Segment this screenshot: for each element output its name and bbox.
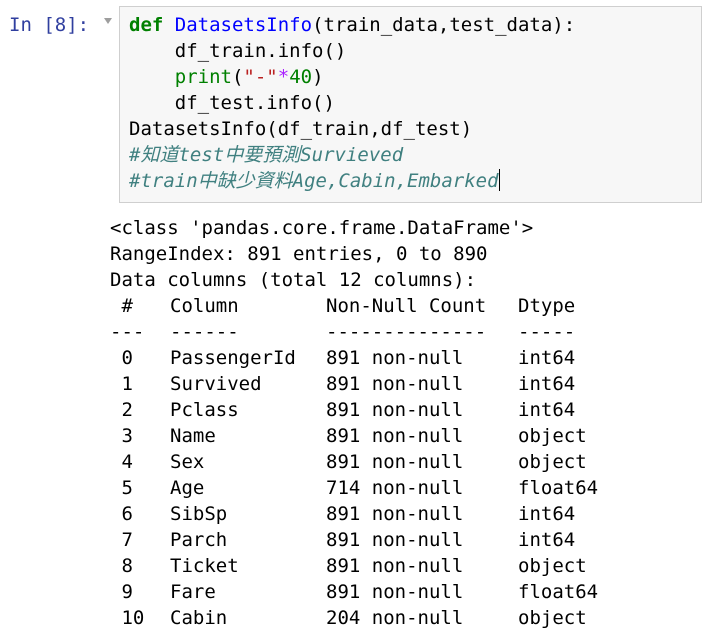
- code-text: df_test.info(): [174, 92, 335, 114]
- row-non-null-count: 204 non-null: [326, 607, 464, 629]
- code-line-6: #知道test中要預測Survieved: [129, 142, 575, 168]
- table-row: 1 Survived 891 non-null int64: [110, 371, 598, 397]
- separator-count: --------------: [326, 321, 487, 343]
- code-text: df_train.info(): [174, 40, 347, 62]
- row-column-name: PassengerId: [170, 347, 296, 369]
- row-dtype: int64: [518, 373, 576, 395]
- row-column-name: Pclass: [170, 399, 239, 421]
- row-column-name: Age: [170, 477, 205, 499]
- table-row: 2 Pclass 891 non-null int64: [110, 397, 598, 423]
- row-dtype: object: [518, 555, 587, 577]
- row-dtype: int64: [518, 347, 576, 369]
- row-non-null-count: 891 non-null: [326, 581, 464, 603]
- row-index: 2: [110, 399, 133, 421]
- string-literal: "-": [243, 66, 278, 88]
- row-index: 4: [110, 451, 133, 473]
- row-non-null-count: 891 non-null: [326, 373, 464, 395]
- row-non-null-count: 891 non-null: [326, 451, 464, 473]
- row-index: 10: [110, 607, 145, 629]
- code-line-2: df_train.info(): [129, 38, 575, 64]
- row-index: 9: [110, 581, 133, 603]
- row-dtype: int64: [518, 529, 576, 551]
- row-dtype: float64: [518, 477, 599, 499]
- table-row: 6 SibSp 891 non-null int64: [110, 501, 598, 527]
- row-index: 5: [110, 477, 133, 499]
- code-line-3: print("-"*40): [129, 64, 575, 90]
- row-non-null-count: 891 non-null: [326, 555, 464, 577]
- row-dtype: float64: [518, 581, 599, 603]
- row-column-name: Survived: [170, 373, 262, 395]
- row-column-name: SibSp: [170, 503, 228, 525]
- row-dtype: object: [518, 607, 587, 629]
- code-cell-input[interactable]: def DatasetsInfo(train_data,test_data): …: [119, 6, 702, 203]
- code-line-7: #train中缺少資料Age,Cabin,Embarked: [129, 168, 575, 194]
- paren-close: ): [312, 66, 324, 88]
- table-row: 4 Sex 891 non-null object: [110, 449, 598, 475]
- output-class-line: <class 'pandas.core.frame.DataFrame'>: [110, 217, 534, 239]
- code-text: DatasetsInfo(df_train,df_test): [129, 118, 473, 140]
- code-line-5: DatasetsInfo(df_train,df_test): [129, 116, 575, 142]
- number-literal: 40: [289, 66, 313, 88]
- output-rows: 0 PassengerId 891 non-null int64 1 Survived 8…: [110, 345, 598, 631]
- row-dtype: object: [518, 425, 587, 447]
- code-editor[interactable]: def DatasetsInfo(train_data,test_data): …: [129, 12, 575, 194]
- row-non-null-count: 891 non-null: [326, 503, 464, 525]
- row-non-null-count: 891 non-null: [326, 347, 464, 369]
- builtin-print: print: [174, 66, 232, 88]
- row-column-name: Ticket: [170, 555, 239, 577]
- row-dtype: object: [518, 451, 587, 473]
- cell-output: <class 'pandas.core.frame.DataFrame'> Ran…: [110, 215, 598, 631]
- code-line-1: def DatasetsInfo(train_data,test_data):: [129, 12, 575, 38]
- header-dtype: Dtype: [518, 295, 576, 317]
- text-cursor: [498, 169, 500, 191]
- row-column-name: Parch: [170, 529, 228, 551]
- row-non-null-count: 714 non-null: [326, 477, 464, 499]
- row-dtype: int64: [518, 503, 576, 525]
- table-row: 10 Cabin 204 non-null object: [110, 605, 598, 631]
- function-name: DatasetsInfo: [174, 14, 313, 36]
- output-separator-row: --- ------ -------------- -----: [110, 319, 598, 345]
- row-index: 3: [110, 425, 133, 447]
- code-line-4: df_test.info(): [129, 90, 575, 116]
- row-index: 6: [110, 503, 133, 525]
- output-range-index: RangeIndex: 891 entries, 0 to 890: [110, 243, 488, 265]
- header-index: #: [110, 295, 133, 317]
- row-column-name: Cabin: [170, 607, 228, 629]
- row-index: 7: [110, 529, 133, 551]
- row-index: 1: [110, 373, 133, 395]
- table-row: 3 Name 891 non-null object: [110, 423, 598, 449]
- row-column-name: Name: [170, 425, 216, 447]
- table-row: 5 Age 714 non-null float64: [110, 475, 598, 501]
- row-non-null-count: 891 non-null: [326, 425, 464, 447]
- separator-column: ------: [170, 321, 239, 343]
- keyword-def: def: [129, 14, 164, 36]
- comment: #知道test中要預測Survieved: [129, 144, 404, 166]
- paren-open: (: [231, 66, 244, 88]
- output-data-columns: Data columns (total 12 columns):: [110, 269, 477, 291]
- table-row: 8 Ticket 891 non-null object: [110, 553, 598, 579]
- table-row: 7 Parch 891 non-null int64: [110, 527, 598, 553]
- output-header-row: # Column Non-Null Count Dtype: [110, 293, 598, 319]
- comment: #train中缺少資料Age,Cabin,Embarked: [129, 170, 499, 192]
- row-non-null-count: 891 non-null: [326, 529, 464, 551]
- row-column-name: Sex: [170, 451, 205, 473]
- table-row: 0 PassengerId 891 non-null int64: [110, 345, 598, 371]
- input-prompt: In [8]:: [9, 14, 90, 36]
- row-dtype: int64: [518, 399, 576, 421]
- header-count: Non-Null Count: [326, 295, 487, 317]
- separator-index: ---: [110, 321, 145, 343]
- operator: *: [277, 66, 290, 88]
- row-column-name: Fare: [170, 581, 216, 603]
- table-row: 9 Fare 891 non-null float64: [110, 579, 598, 605]
- row-non-null-count: 891 non-null: [326, 399, 464, 421]
- header-column: Column: [170, 295, 239, 317]
- function-args: (train_data,test_data):: [312, 14, 576, 36]
- row-index: 8: [110, 555, 133, 577]
- separator-dtype: -----: [518, 321, 576, 343]
- row-index: 0: [110, 347, 133, 369]
- chevron-down-icon[interactable]: [104, 18, 112, 24]
